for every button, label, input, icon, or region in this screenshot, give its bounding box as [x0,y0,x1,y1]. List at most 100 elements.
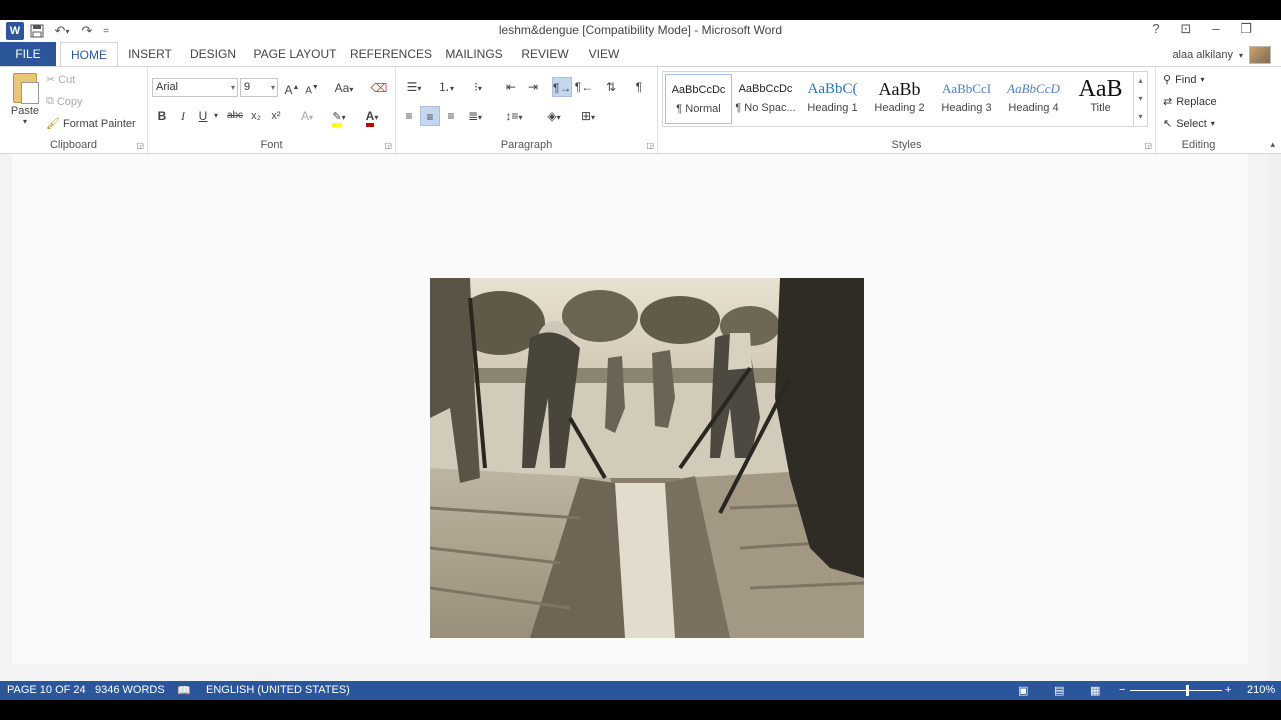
restore-icon[interactable]: ❐ [1239,21,1253,37]
copy-icon: ⧉ [46,95,54,107]
shrink-font-button[interactable]: A▼ [304,78,320,98]
shading-icon[interactable]: ◈▾ [540,106,568,126]
user-account[interactable]: alaa alkilany ▾ [1172,46,1271,64]
language[interactable]: ENGLISH (UNITED STATES) [206,684,350,696]
zoom-out-icon[interactable]: − [1119,684,1125,696]
style-normal[interactable]: AaBbCcDc ¶ Normal [665,74,732,124]
tab-home[interactable]: HOME [60,42,118,67]
window-controls: ? ⊡ – ❐ [1149,21,1253,37]
justify-icon[interactable]: ≣▾ [462,106,488,126]
style-heading-1[interactable]: AaBbC( Heading 1 [799,74,866,124]
strikethrough-button[interactable]: abc [225,106,245,126]
bold-button[interactable]: B [154,106,170,126]
text-effects-icon[interactable]: A▾ [296,106,318,126]
decrease-indent-icon[interactable]: ⇤ [502,77,520,97]
help-icon[interactable]: ? [1149,21,1163,37]
numbering-icon[interactable]: ⒈▾ [432,77,460,97]
increase-indent-icon[interactable]: ⇥ [524,77,542,97]
dialog-launcher-icon[interactable]: ◲ [136,141,144,150]
select-button[interactable]: ↖ Select ▾ [1163,117,1215,131]
chevron-up-icon[interactable]: ▴ [1134,72,1147,90]
grow-font-button[interactable]: A▲ [284,78,300,98]
style-sample: AaBbCcDc [671,84,726,96]
tab-review[interactable]: REVIEW [518,42,572,66]
style-name: Heading 2 [874,102,925,114]
align-right-icon[interactable]: ≡ [442,106,460,126]
clear-formatting-icon[interactable]: ⌫ [370,78,388,98]
highlight-color-button[interactable]: ✎▾ [326,106,352,127]
proofing-icon[interactable]: 📖 [177,684,191,697]
web-layout-icon[interactable]: ▦ [1090,684,1100,697]
font-family-value: Arial [156,81,179,93]
style-title[interactable]: AaB Title [1067,74,1134,124]
more-styles-icon[interactable]: ▾ [1134,108,1147,126]
font-family-combo[interactable]: Arial ▾ [152,78,238,97]
collapse-ribbon-icon[interactable]: ▴ [1270,139,1275,150]
tab-page-layout[interactable]: PAGE LAYOUT [252,42,338,66]
vertical-scrollbar[interactable] [1267,154,1281,681]
document-page[interactable] [12,154,1248,664]
superscript-button[interactable]: x² [268,106,284,126]
cut-button[interactable]: ✂ Cut [46,73,75,87]
dialog-launcher-icon[interactable]: ◲ [384,141,392,150]
tab-mailings[interactable]: MAILINGS [441,42,507,66]
word-count[interactable]: 9346 WORDS [95,684,165,696]
inserted-photo[interactable] [430,278,864,638]
document-area [0,154,1281,681]
borders-icon[interactable]: ⊞▾ [574,106,602,126]
style-sample: AaBbCcD [1007,81,1060,96]
clipboard-group: Paste ▾ ✂ Cut ⧉ Copy 🖌 Format Painter Clipb… [0,67,148,153]
page-count[interactable]: PAGE 10 OF 24 [7,684,86,696]
align-left-icon[interactable]: ≡ [400,106,418,126]
font-group: Arial ▾ 9 ▾ A▲ A▼ Aa▾ ⌫ B I U ▾ abc x₂ x² … [148,67,396,153]
dialog-launcher-icon[interactable]: ◲ [1144,141,1152,150]
zoom-slider-thumb[interactable] [1186,685,1189,696]
scissors-icon: ✂ [46,74,56,86]
replace-label: Replace [1176,95,1217,108]
chevron-down-icon[interactable]: ▾ [1134,90,1147,108]
style-no-spacing[interactable]: AaBbCcDc ¶ No Spac... [732,74,799,124]
replace-button[interactable]: ⇄ Replace [1163,95,1217,109]
ribbon-display-options-icon[interactable]: ⊡ [1179,21,1193,37]
tab-insert[interactable]: INSERT [124,42,176,66]
style-heading-2[interactable]: AaBb Heading 2 [866,74,933,124]
paste-button[interactable]: Paste ▾ [8,73,42,126]
tab-view[interactable]: VIEW [584,42,624,66]
zoom-in-icon[interactable]: + [1225,684,1231,696]
chevron-down-icon[interactable]: ▾ [211,106,221,126]
find-button[interactable]: ⚲ Find ▾ [1163,73,1204,87]
read-mode-icon[interactable]: ▣ [1018,684,1028,697]
underline-button[interactable]: U [195,106,211,126]
italic-button[interactable]: I [175,106,191,126]
change-case-button[interactable]: Aa▾ [330,78,358,98]
subscript-button[interactable]: x₂ [248,106,264,126]
minimize-icon[interactable]: – [1209,21,1223,37]
tab-references[interactable]: REFERENCES [350,42,432,66]
align-center-icon[interactable]: ≡ [420,106,440,126]
sort-icon[interactable]: ⇅ [602,77,620,97]
font-size-combo[interactable]: 9 ▾ [240,78,278,97]
zoom-slider[interactable] [1130,690,1222,691]
zoom-level[interactable]: 210% [1247,684,1275,696]
dialog-launcher-icon[interactable]: ◲ [646,141,654,150]
clipboard-group-label: Clipboard [49,139,98,151]
ltr-direction-icon[interactable]: ¶→ [552,77,572,97]
rtl-direction-icon[interactable]: ¶← [574,77,594,97]
copy-button[interactable]: ⧉ Copy [46,95,83,108]
font-color-button[interactable]: A▾ [358,106,386,127]
bullets-icon[interactable]: ☰▾ [400,77,428,97]
chevron-down-icon: ▾ [230,83,235,92]
show-formatting-icon[interactable]: ¶ [630,77,648,97]
format-painter-label: Format Painter [62,117,136,130]
line-spacing-icon[interactable]: ↕≡▾ [500,106,528,126]
tab-design[interactable]: DESIGN [186,42,240,66]
style-heading-4[interactable]: AaBbCcD Heading 4 [1000,74,1067,124]
change-case-label: Aa [334,81,350,95]
multilevel-list-icon[interactable]: ⁝▾ [464,77,492,97]
style-name: Heading 3 [941,102,992,114]
gallery-scroll[interactable]: ▴ ▾ ▾ [1133,72,1147,126]
tab-file[interactable]: FILE [0,42,56,66]
format-painter-button[interactable]: 🖌 Format Painter [46,117,136,131]
print-layout-icon[interactable]: ▤ [1054,684,1064,697]
style-heading-3[interactable]: AaBbCcI Heading 3 [933,74,1000,124]
